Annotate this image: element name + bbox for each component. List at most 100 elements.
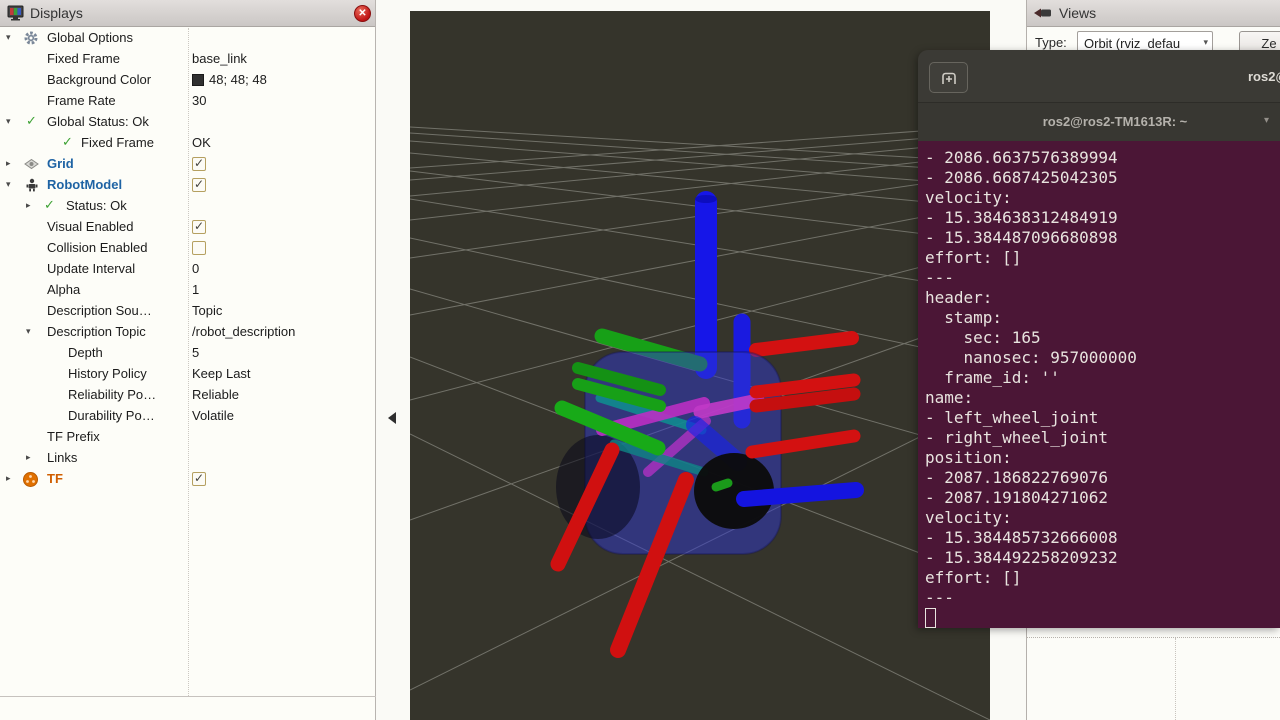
chevron-down-icon[interactable]: ▾ xyxy=(6,117,11,127)
color-swatch[interactable] xyxy=(192,74,204,86)
terminal-line: - 2086.6637576389994 xyxy=(925,148,1280,168)
terminal-tab-title[interactable]: ros2@ros2-TM1613R: ~ xyxy=(1030,114,1200,129)
terminal-line: sec: 165 xyxy=(925,328,1280,348)
row-label: Collision Enabled xyxy=(47,240,147,255)
collapse-panel-arrow-icon[interactable] xyxy=(388,412,396,424)
row-label: TF Prefix xyxy=(47,429,100,444)
terminal-line: frame_id: '' xyxy=(925,368,1280,388)
row-value[interactable]: 48; 48; 48 xyxy=(209,72,267,87)
chevron-down-icon[interactable]: ▾ xyxy=(6,33,11,43)
check-icon: ✓ xyxy=(44,198,55,213)
row-value[interactable]: 1 xyxy=(192,282,199,297)
row-label: Fixed Frame xyxy=(47,51,120,66)
displays-panel-title: Displays xyxy=(30,5,83,21)
row-value[interactable]: base_link xyxy=(192,51,247,66)
row-label: History Policy xyxy=(68,366,147,381)
row-value[interactable]: 5 xyxy=(192,345,199,360)
terminal-line: - left_wheel_joint xyxy=(925,408,1280,428)
view-type-label: Type: xyxy=(1035,35,1067,50)
row-label: Frame Rate xyxy=(47,93,116,108)
new-tab-icon xyxy=(940,69,958,87)
terminal-line: - 15.384487096680898 xyxy=(925,228,1280,248)
terminal-line: --- xyxy=(925,588,1280,608)
displays-panel-header[interactable]: Displays ✕ xyxy=(0,0,375,27)
property-column-divider[interactable] xyxy=(188,28,189,696)
displays-panel: Displays ✕ ▾ Global Options Fixed Frame … xyxy=(0,0,376,720)
panel-bottom-divider xyxy=(0,696,410,697)
grid-enabled-checkbox[interactable]: ✓ xyxy=(192,157,206,171)
terminal-line: - 15.384638312484919 xyxy=(925,208,1280,228)
row-label: Alpha xyxy=(47,282,80,297)
row-label: Visual Enabled xyxy=(47,219,134,234)
terminal-line: - 2087.186822769076 xyxy=(925,468,1280,488)
new-tab-button[interactable] xyxy=(929,62,968,93)
terminal-line: - 15.384492258209232 xyxy=(925,548,1280,568)
collision-enabled-checkbox[interactable] xyxy=(192,241,206,255)
row-label: Reliability Po… xyxy=(68,387,156,402)
terminal-line: velocity: xyxy=(925,508,1280,528)
row-label: Description Sou… xyxy=(47,303,152,318)
chevron-down-icon[interactable]: ▾ xyxy=(26,327,31,337)
tf-enabled-checkbox[interactable]: ✓ xyxy=(192,472,206,486)
chevron-down-icon[interactable]: ▾ xyxy=(6,180,11,190)
row-label: Status: Ok xyxy=(66,198,127,213)
chevron-right-icon[interactable]: ▸ xyxy=(26,453,31,463)
terminal-line: header: xyxy=(925,288,1280,308)
chevron-right-icon[interactable]: ▸ xyxy=(26,201,31,211)
row-label: Depth xyxy=(68,345,103,360)
panel-splitter[interactable] xyxy=(376,0,410,720)
row-value[interactable]: Keep Last xyxy=(192,366,251,381)
3d-viewport[interactable] xyxy=(410,11,990,720)
views-list-column-divider xyxy=(1175,638,1176,720)
terminal-window[interactable]: ros2@ ros2@ros2-TM1613R: ~ ▾ - 2086.6637… xyxy=(918,50,1280,628)
row-label: Fixed Frame xyxy=(81,135,154,150)
row-label: Background Color xyxy=(47,72,151,87)
terminal-line: --- xyxy=(925,268,1280,288)
terminal-tab-bar[interactable]: ros2@ros2-TM1613R: ~ ▾ xyxy=(918,102,1280,141)
row-label: Description Topic xyxy=(47,324,146,339)
terminal-line: - 15.384485732666008 xyxy=(925,528,1280,548)
displays-icon xyxy=(7,5,24,26)
row-value: OK xyxy=(192,135,211,150)
visual-enabled-checkbox[interactable]: ✓ xyxy=(192,220,206,234)
rviz-window: Displays ✕ ▾ Global Options Fixed Frame … xyxy=(0,0,1280,720)
robotmodel-enabled-checkbox[interactable]: ✓ xyxy=(192,178,206,192)
view-type-value: Orbit (rviz_defau xyxy=(1084,36,1180,51)
close-icon[interactable]: ✕ xyxy=(354,5,371,22)
chevron-right-icon[interactable]: ▸ xyxy=(6,474,11,484)
render-scene xyxy=(410,11,990,720)
terminal-line: - 2087.191804271062 xyxy=(925,488,1280,508)
check-icon: ✓ xyxy=(26,114,37,129)
row-value[interactable]: Reliable xyxy=(192,387,239,402)
views-panel-title: Views xyxy=(1059,5,1096,21)
terminal-cursor xyxy=(925,608,936,628)
terminal-line: velocity: xyxy=(925,188,1280,208)
row-label: Global Status: Ok xyxy=(47,114,149,129)
row-label: Global Options xyxy=(47,30,133,45)
terminal-titlebar[interactable]: ros2@ xyxy=(918,50,1280,102)
chevron-down-icon[interactable]: ▾ xyxy=(1264,115,1269,126)
row-label: RobotModel xyxy=(47,177,122,192)
terminal-output[interactable]: - 2086.6637576389994- 2086.6687425042305… xyxy=(918,141,1280,628)
row-value[interactable]: 0 xyxy=(192,261,199,276)
views-list-border xyxy=(1026,637,1280,638)
terminal-line: nanosec: 957000000 xyxy=(925,348,1280,368)
check-icon: ✓ xyxy=(62,135,73,150)
row-value[interactable]: 30 xyxy=(192,93,206,108)
row-value[interactable]: Topic xyxy=(192,303,222,318)
row-value[interactable]: Volatile xyxy=(192,408,234,423)
terminal-line: effort: [] xyxy=(925,248,1280,268)
views-panel-header[interactable]: Views xyxy=(1027,0,1280,27)
views-camera-icon xyxy=(1033,6,1053,25)
terminal-line: name: xyxy=(925,388,1280,408)
terminal-line: stamp: xyxy=(925,308,1280,328)
chevron-right-icon[interactable]: ▸ xyxy=(6,159,11,169)
row-label: TF xyxy=(47,471,63,486)
terminal-line: - right_wheel_joint xyxy=(925,428,1280,448)
terminal-line: effort: [] xyxy=(925,568,1280,588)
row-label: Grid xyxy=(47,156,74,171)
row-label: Update Interval xyxy=(47,261,135,276)
row-label: Durability Po… xyxy=(68,408,155,423)
terminal-line: - 2086.6687425042305 xyxy=(925,168,1280,188)
row-value[interactable]: /robot_description xyxy=(192,324,295,339)
